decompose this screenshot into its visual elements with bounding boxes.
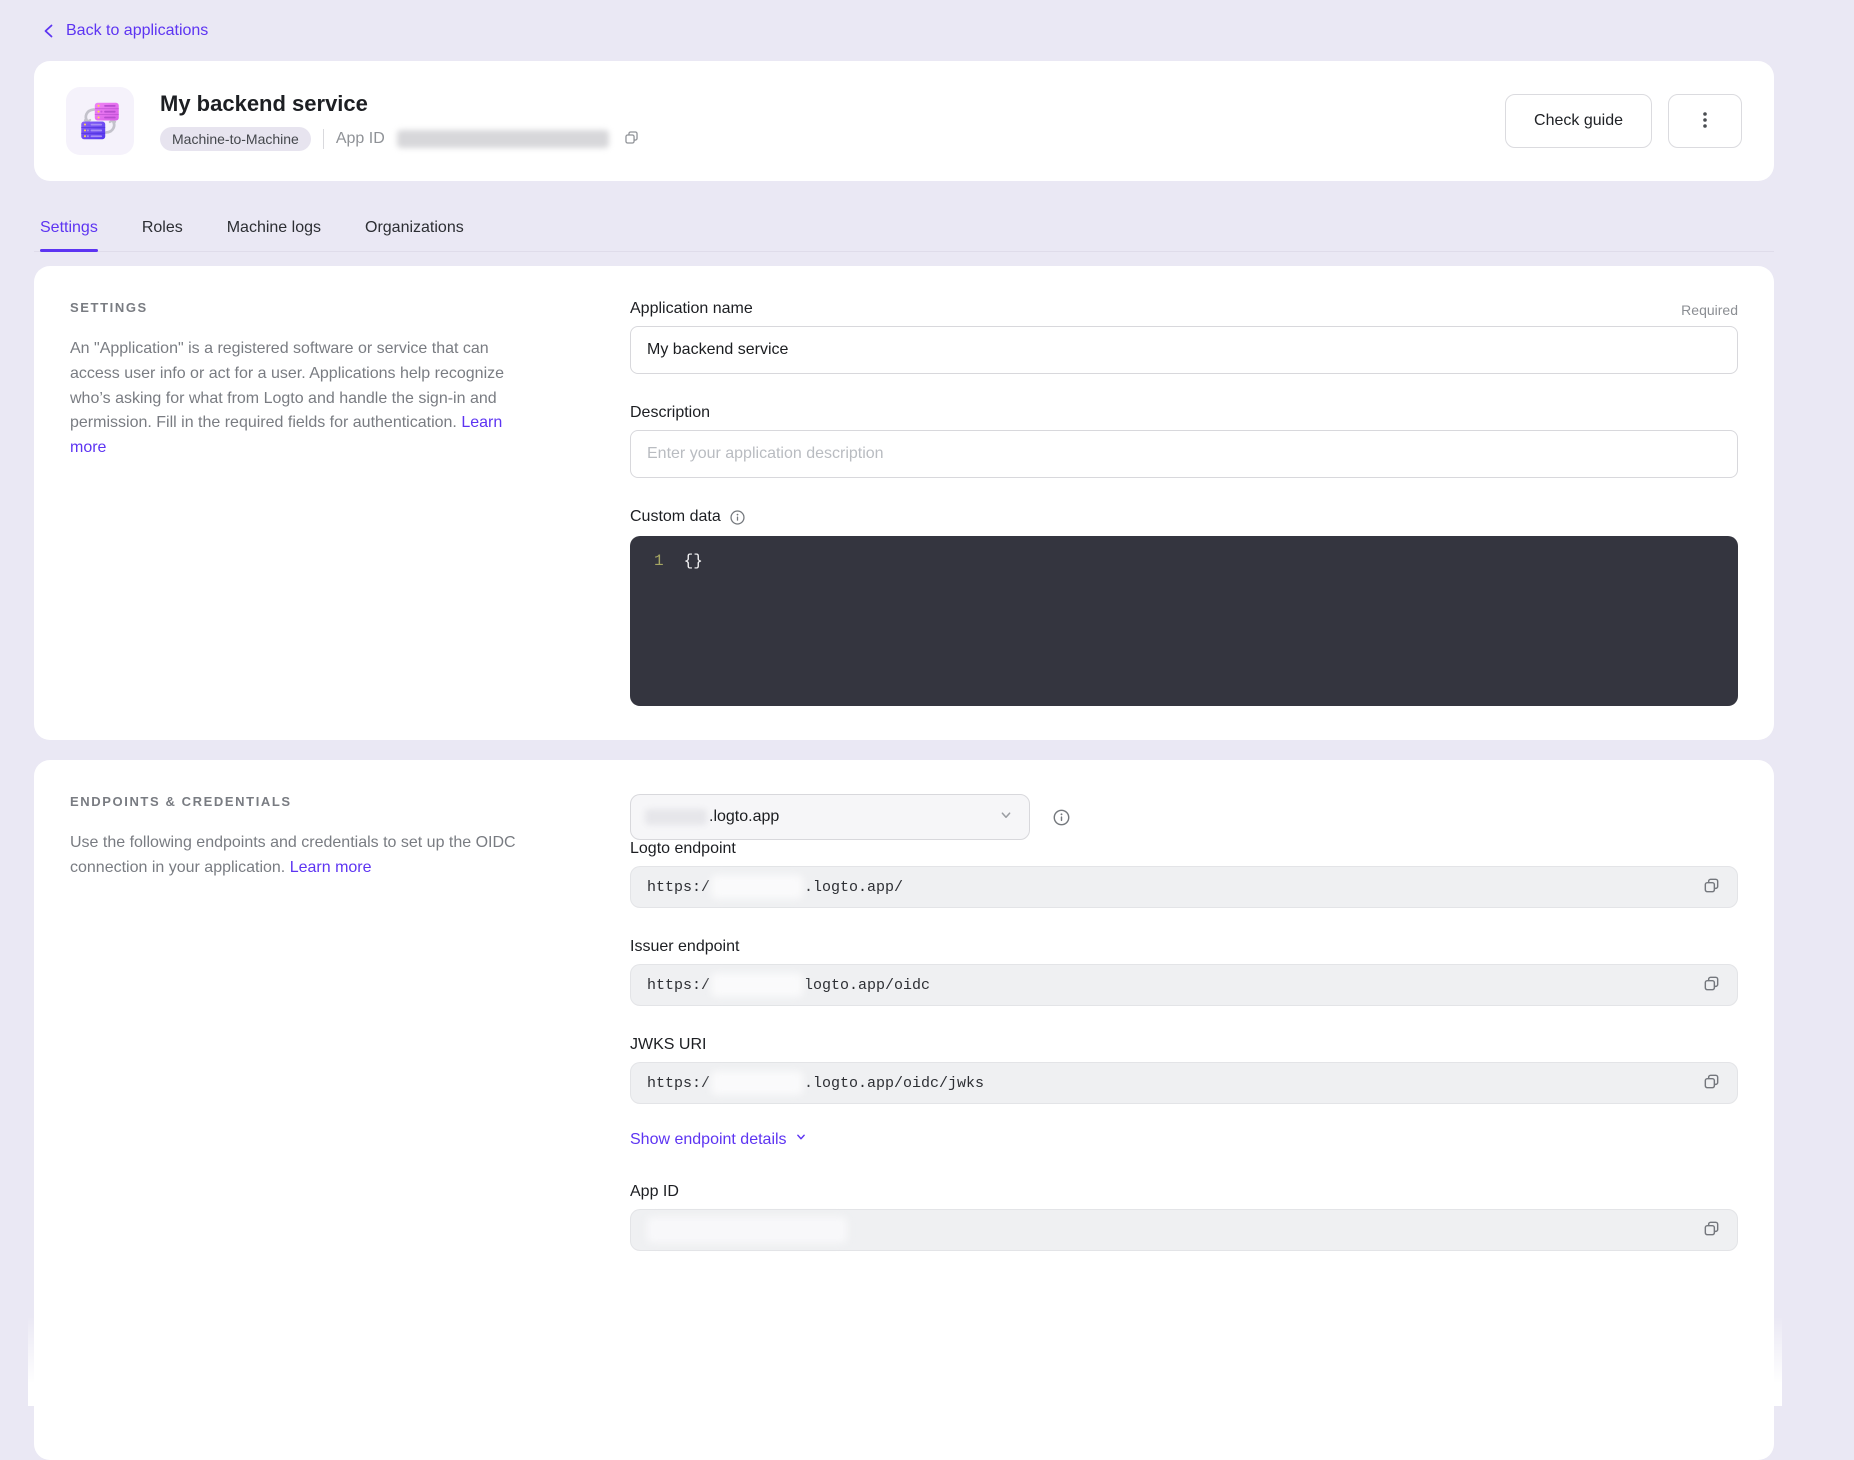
issuer-endpoint-prefix: https:/ [647,977,710,994]
jwks-uri-suffix: .logto.app/oidc/jwks [804,1075,984,1092]
kebab-icon [1696,110,1714,133]
logto-endpoint-value-field: https:/ .logto.app/ [630,866,1738,908]
endpoints-learn-more-link[interactable]: Learn more [290,859,372,876]
issuer-endpoint-label-row: Issuer endpoint [630,938,1738,956]
app-meta-row: Machine-to-Machine App ID [160,127,1505,151]
info-icon[interactable] [1052,808,1071,827]
issuer-endpoint-field-group: Issuer endpoint https:/ logto.app/oidc [630,938,1738,1006]
check-guide-button[interactable]: Check guide [1505,94,1652,148]
redacted-app-id [647,1217,847,1243]
endpoints-section-title: ENDPOINTS & CREDENTIALS [70,794,540,809]
required-hint: Required [1681,302,1738,318]
logto-endpoint-prefix: https:/ [647,879,710,896]
domain-select-row: .logto.app [630,794,1738,840]
copy-app-id-field-button[interactable] [1693,1212,1729,1248]
jwks-uri-label: JWKS URI [630,1036,706,1054]
chevron-down-icon [794,1130,808,1149]
description-label: Description [630,404,710,422]
logto-endpoint-suffix: .logto.app/ [804,879,903,896]
domain-select-value: .logto.app [709,808,779,826]
app-header-info: My backend service Machine-to-Machine Ap… [160,91,1505,151]
header-actions: Check guide [1505,94,1742,148]
endpoints-side-panel: ENDPOINTS & CREDENTIALS Use the followin… [70,794,540,881]
machine-to-machine-app-icon [66,87,134,155]
logto-endpoint-field-group: Logto endpoint https:/ .logto.app/ [630,840,1738,908]
tab-settings[interactable]: Settings [40,219,98,251]
copy-icon [623,129,640,149]
application-name-field-group: Application name Required [630,300,1738,374]
jwks-uri-value-field: https:/ .logto.app/oidc/jwks [630,1062,1738,1104]
more-actions-button[interactable] [1668,94,1742,148]
redacted-tenant-id [711,1071,803,1095]
copy-icon [1702,1072,1721,1094]
app-id-field-group: App ID [630,1183,1738,1251]
app-id-label-row: App ID [630,1183,1738,1201]
custom-data-label: Custom data [630,508,721,526]
settings-section-description: An "Application" is a registered softwar… [70,337,540,461]
back-to-applications-link[interactable]: Back to applications [42,22,208,40]
app-header-card: My backend service Machine-to-Machine Ap… [34,61,1774,181]
endpoints-credentials-card: ENDPOINTS & CREDENTIALS Use the followin… [34,760,1774,1460]
jwks-uri-field-group: JWKS URI https:/ .logto.app/oidc/jwks [630,1036,1738,1104]
copy-jwks-uri-button[interactable] [1693,1065,1729,1101]
domain-select[interactable]: .logto.app [630,794,1030,840]
copy-icon [1702,974,1721,996]
description-field-group: Description [630,404,1738,478]
chevron-down-icon [997,806,1015,829]
jwks-uri-prefix: https:/ [647,1075,710,1092]
logto-endpoint-label: Logto endpoint [630,840,736,858]
custom-data-label-row: Custom data [630,508,1738,526]
issuer-endpoint-suffix: logto.app/oidc [804,977,930,994]
application-name-label: Application name [630,300,753,318]
app-detail-tabs: Settings Roles Machine logs Organization… [34,219,1774,252]
issuer-endpoint-value-field: https:/ logto.app/oidc [630,964,1738,1006]
issuer-endpoint-label: Issuer endpoint [630,938,739,956]
application-name-label-row: Application name Required [630,300,1738,318]
settings-form: Application name Required Description Cu… [630,300,1738,706]
application-name-input[interactable] [630,326,1738,374]
endpoints-form: .logto.app Logto endpoint https:/ .logto… [630,794,1738,1251]
redacted-tenant-id [711,973,803,997]
app-id-label: App ID [336,130,385,148]
tab-roles[interactable]: Roles [142,219,183,251]
editor-content: {} [684,552,703,570]
logto-endpoint-label-row: Logto endpoint [630,840,1738,858]
settings-card: SETTINGS An "Application" is a registere… [34,266,1774,740]
app-id-field-label: App ID [630,1183,679,1201]
app-type-badge: Machine-to-Machine [160,127,311,151]
application-detail-page: Back to applications [0,0,1854,1406]
redacted-tenant-id [711,875,803,899]
jwks-uri-label-row: JWKS URI [630,1036,1738,1054]
copy-issuer-endpoint-button[interactable] [1693,967,1729,1003]
show-endpoint-details-link[interactable]: Show endpoint details [630,1130,808,1149]
custom-data-field-group: Custom data 1 {} [630,508,1738,706]
copy-logto-endpoint-button[interactable] [1693,869,1729,905]
copy-icon [1702,1219,1721,1241]
editor-line-number: 1 [654,552,664,570]
tab-machine-logs[interactable]: Machine logs [227,219,321,251]
info-icon[interactable] [729,509,746,526]
copy-app-id-button[interactable] [621,127,642,151]
copy-icon [1702,876,1721,898]
settings-section-title: SETTINGS [70,300,540,315]
app-id-value-field [630,1209,1738,1251]
tab-organizations[interactable]: Organizations [365,219,464,251]
description-input[interactable] [630,430,1738,478]
page-title: My backend service [160,91,1505,117]
custom-data-json-editor[interactable]: 1 {} [630,536,1738,706]
back-chevron-icon [42,23,56,39]
settings-side-panel: SETTINGS An "Application" is a registere… [70,300,540,461]
endpoints-section-description: Use the following endpoints and credenti… [70,831,540,881]
description-label-row: Description [630,404,1738,422]
meta-divider [323,129,324,149]
domain-redacted-prefix [645,809,707,825]
back-link-label: Back to applications [66,22,208,40]
app-id-redacted-value [397,130,609,148]
